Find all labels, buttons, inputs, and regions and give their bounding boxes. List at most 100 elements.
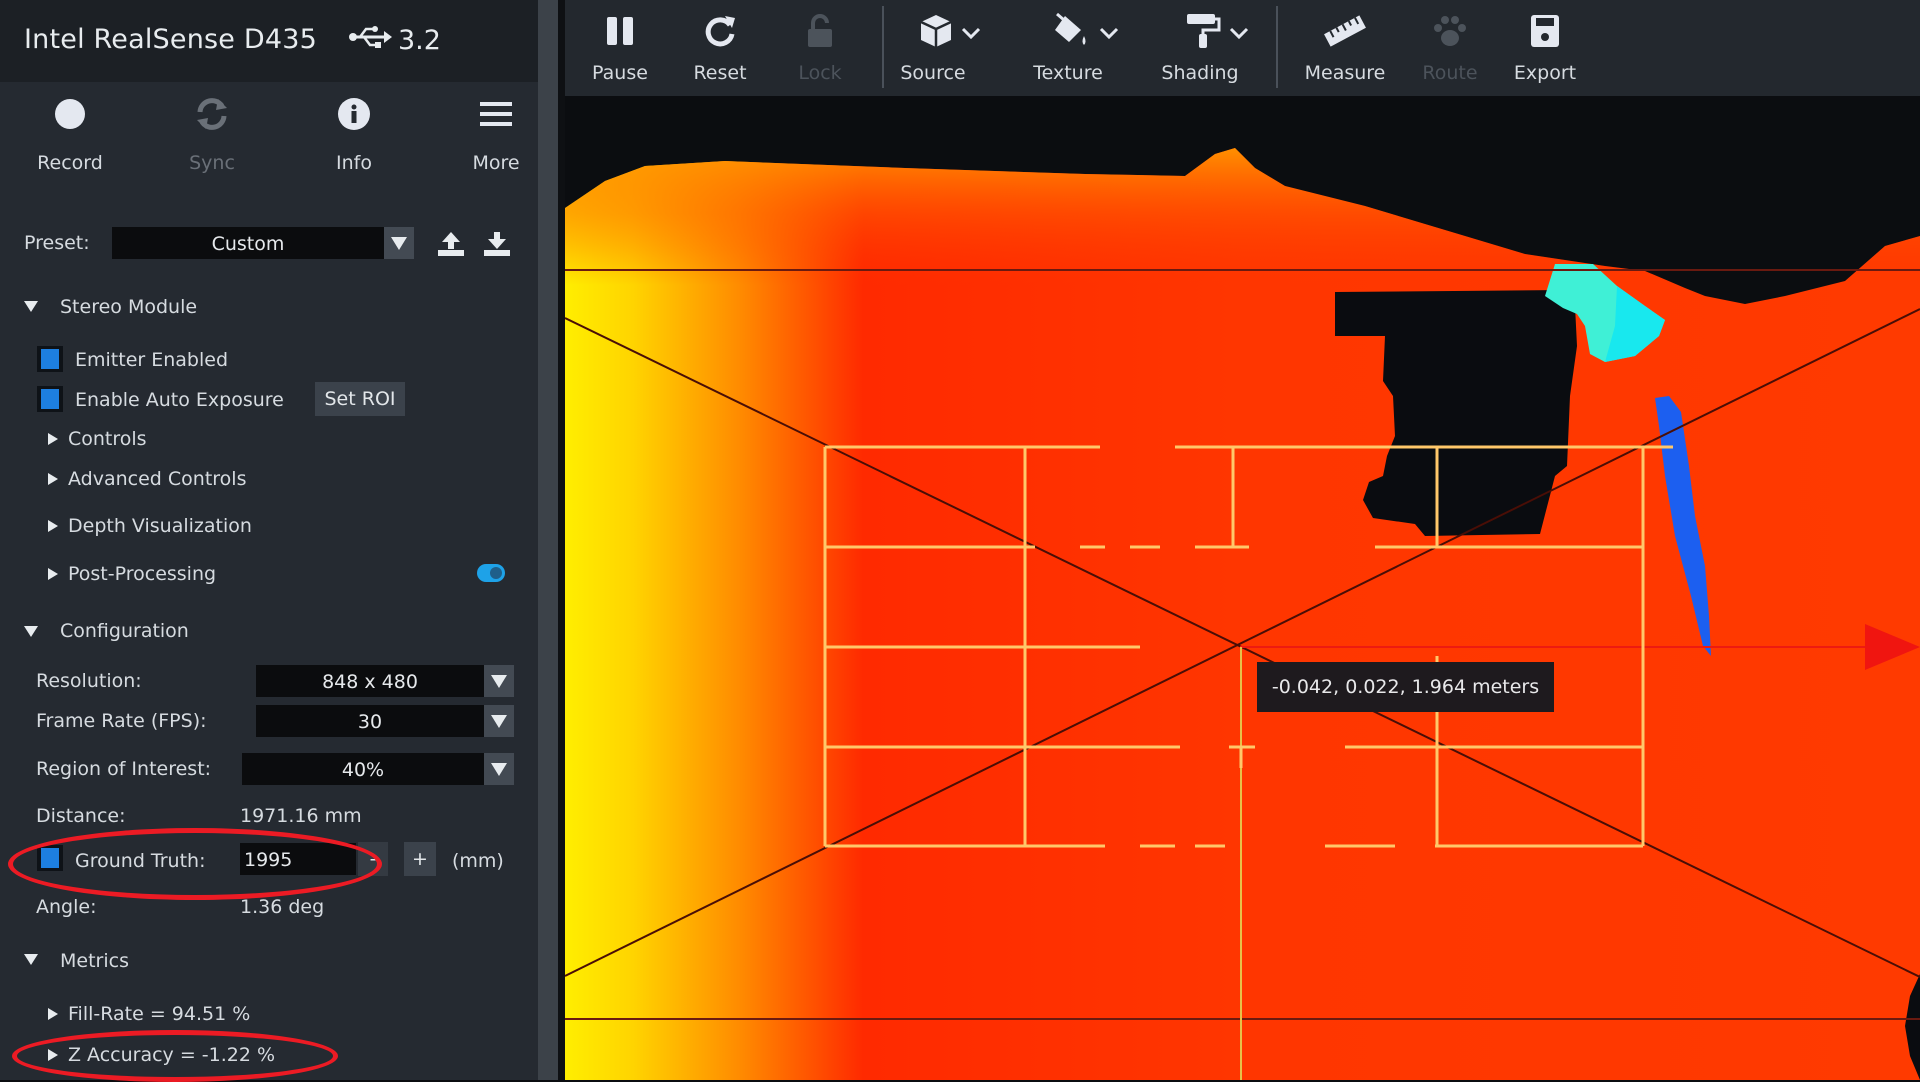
resolution-select[interactable]: 848 x 480 bbox=[256, 665, 484, 697]
depth-pointcloud bbox=[565, 148, 1920, 1080]
info-button[interactable]: Info bbox=[304, 96, 404, 174]
paw-icon bbox=[1432, 14, 1468, 53]
more-label: More bbox=[472, 152, 520, 174]
frame-rate-dropdown-arrow[interactable] bbox=[484, 705, 514, 737]
frame-rate-select[interactable]: 30 bbox=[256, 705, 484, 737]
subsection-label: Controls bbox=[68, 428, 147, 450]
resolution-dropdown-arrow[interactable] bbox=[484, 665, 514, 697]
reset-button[interactable]: Reset bbox=[685, 12, 755, 84]
frame-rate-label: Frame Rate (FPS): bbox=[36, 710, 207, 732]
shading-label: Shading bbox=[1161, 62, 1239, 84]
pause-icon bbox=[605, 15, 635, 52]
toolbar-separator bbox=[1276, 6, 1278, 88]
record-button[interactable]: Record bbox=[20, 96, 120, 174]
ground-truth-input[interactable]: 1995 bbox=[240, 843, 356, 875]
preset-label: Preset: bbox=[24, 232, 90, 254]
ruler-icon bbox=[1323, 14, 1367, 53]
pause-label: Pause bbox=[592, 62, 648, 84]
auto-exposure-label: Enable Auto Exposure bbox=[75, 389, 284, 411]
expand-icon bbox=[48, 433, 58, 445]
toolbar-separator bbox=[882, 6, 884, 88]
metric-label: Fill-Rate = 94.51 % bbox=[68, 1003, 251, 1025]
distance-value: 1971.16 mm bbox=[240, 805, 362, 827]
export-button[interactable]: Export bbox=[1500, 12, 1590, 84]
chevron-down-icon bbox=[1099, 22, 1119, 44]
depth-viewport[interactable]: -0.042, 0.022, 1.964 meters bbox=[565, 96, 1920, 1080]
metrics-title: Metrics bbox=[60, 950, 129, 972]
texture-label: Texture bbox=[1033, 62, 1103, 84]
viewer-toolbar: Pause Reset Lock Source Texture Shading … bbox=[565, 0, 1920, 96]
download-icon[interactable] bbox=[484, 232, 510, 260]
device-header: Intel RealSense D435 3.2 bbox=[0, 0, 538, 82]
panel-divider bbox=[558, 0, 565, 1080]
sync-button[interactable]: Sync bbox=[162, 96, 262, 174]
expand-icon bbox=[48, 1049, 58, 1061]
ground-truth-checkbox[interactable] bbox=[37, 845, 63, 871]
angle-label: Angle: bbox=[36, 896, 97, 918]
export-label: Export bbox=[1513, 62, 1577, 84]
hamburger-menu-icon bbox=[480, 100, 512, 133]
info-icon bbox=[337, 97, 371, 136]
usb-info: 3.2 bbox=[348, 24, 441, 57]
subsection-label: Post-Processing bbox=[68, 563, 217, 585]
route-button[interactable]: Route bbox=[1410, 12, 1490, 84]
auto-exposure-checkbox[interactable] bbox=[37, 386, 63, 412]
texture-button[interactable]: Texture bbox=[1025, 12, 1145, 84]
pause-button[interactable]: Pause bbox=[585, 12, 655, 84]
preset-dropdown-arrow[interactable] bbox=[384, 227, 414, 259]
more-button[interactable]: More bbox=[446, 96, 546, 174]
ground-truth-label: Ground Truth: bbox=[75, 850, 206, 872]
save-icon bbox=[1530, 14, 1560, 53]
roi-label: Region of Interest: bbox=[36, 758, 212, 780]
reset-label: Reset bbox=[693, 62, 747, 84]
measure-button[interactable]: Measure bbox=[1290, 12, 1400, 84]
coordinate-readout-tooltip: -0.042, 0.022, 1.964 meters bbox=[1257, 662, 1554, 712]
cube-icon bbox=[919, 13, 953, 54]
roi-dropdown-arrow[interactable] bbox=[484, 753, 514, 785]
sync-label: Sync bbox=[189, 152, 235, 174]
metric-label: Z Accuracy = -1.22 % bbox=[68, 1044, 276, 1066]
stereo-module-title: Stereo Module bbox=[60, 296, 198, 318]
preset-select[interactable]: Custom bbox=[112, 227, 384, 259]
lock-button[interactable]: Lock bbox=[785, 12, 855, 84]
device-name: Intel RealSense D435 bbox=[24, 24, 318, 55]
sidebar-scrollbar[interactable] bbox=[538, 0, 558, 1080]
lock-icon bbox=[805, 13, 835, 54]
device-actions: Record Sync Info More bbox=[0, 82, 538, 192]
set-roi-button[interactable]: Set ROI bbox=[315, 382, 405, 416]
subsection-label: Depth Visualization bbox=[68, 515, 252, 537]
source-label: Source bbox=[900, 62, 966, 84]
measure-label: Measure bbox=[1304, 62, 1386, 84]
angle-value: 1.36 deg bbox=[240, 896, 325, 918]
device-panel: Intel RealSense D435 3.2 Record Sync Inf… bbox=[0, 0, 538, 1082]
collapse-icon bbox=[24, 626, 38, 637]
shading-button[interactable]: Shading bbox=[1157, 12, 1277, 84]
usb-version: 3.2 bbox=[398, 25, 441, 56]
expand-icon bbox=[48, 1008, 58, 1020]
chevron-down-icon bbox=[961, 22, 981, 44]
expand-icon bbox=[48, 473, 58, 485]
ground-truth-increment-button[interactable]: + bbox=[404, 842, 436, 876]
resolution-label: Resolution: bbox=[36, 670, 142, 692]
sync-icon bbox=[194, 96, 230, 137]
post-processing-toggle[interactable] bbox=[477, 564, 505, 582]
usb-icon bbox=[348, 24, 392, 57]
expand-icon bbox=[48, 568, 58, 580]
route-label: Route bbox=[1422, 62, 1478, 84]
configuration-title: Configuration bbox=[60, 620, 189, 642]
record-label: Record bbox=[37, 152, 103, 174]
upload-icon[interactable] bbox=[438, 232, 464, 260]
paint-roller-icon bbox=[1185, 12, 1221, 55]
info-label: Info bbox=[336, 152, 372, 174]
collapse-icon bbox=[24, 301, 38, 312]
emitter-enabled-label: Emitter Enabled bbox=[75, 349, 229, 371]
collapse-icon bbox=[24, 954, 38, 965]
chevron-down-icon bbox=[1229, 22, 1249, 44]
subsection-label: Advanced Controls bbox=[68, 468, 247, 490]
ground-truth-decrement-button[interactable]: - bbox=[358, 842, 388, 876]
source-button[interactable]: Source bbox=[895, 12, 1005, 84]
roi-select[interactable]: 40% bbox=[242, 753, 484, 785]
distance-label: Distance: bbox=[36, 805, 126, 827]
reset-icon bbox=[703, 14, 737, 53]
emitter-enabled-checkbox[interactable] bbox=[37, 346, 63, 372]
